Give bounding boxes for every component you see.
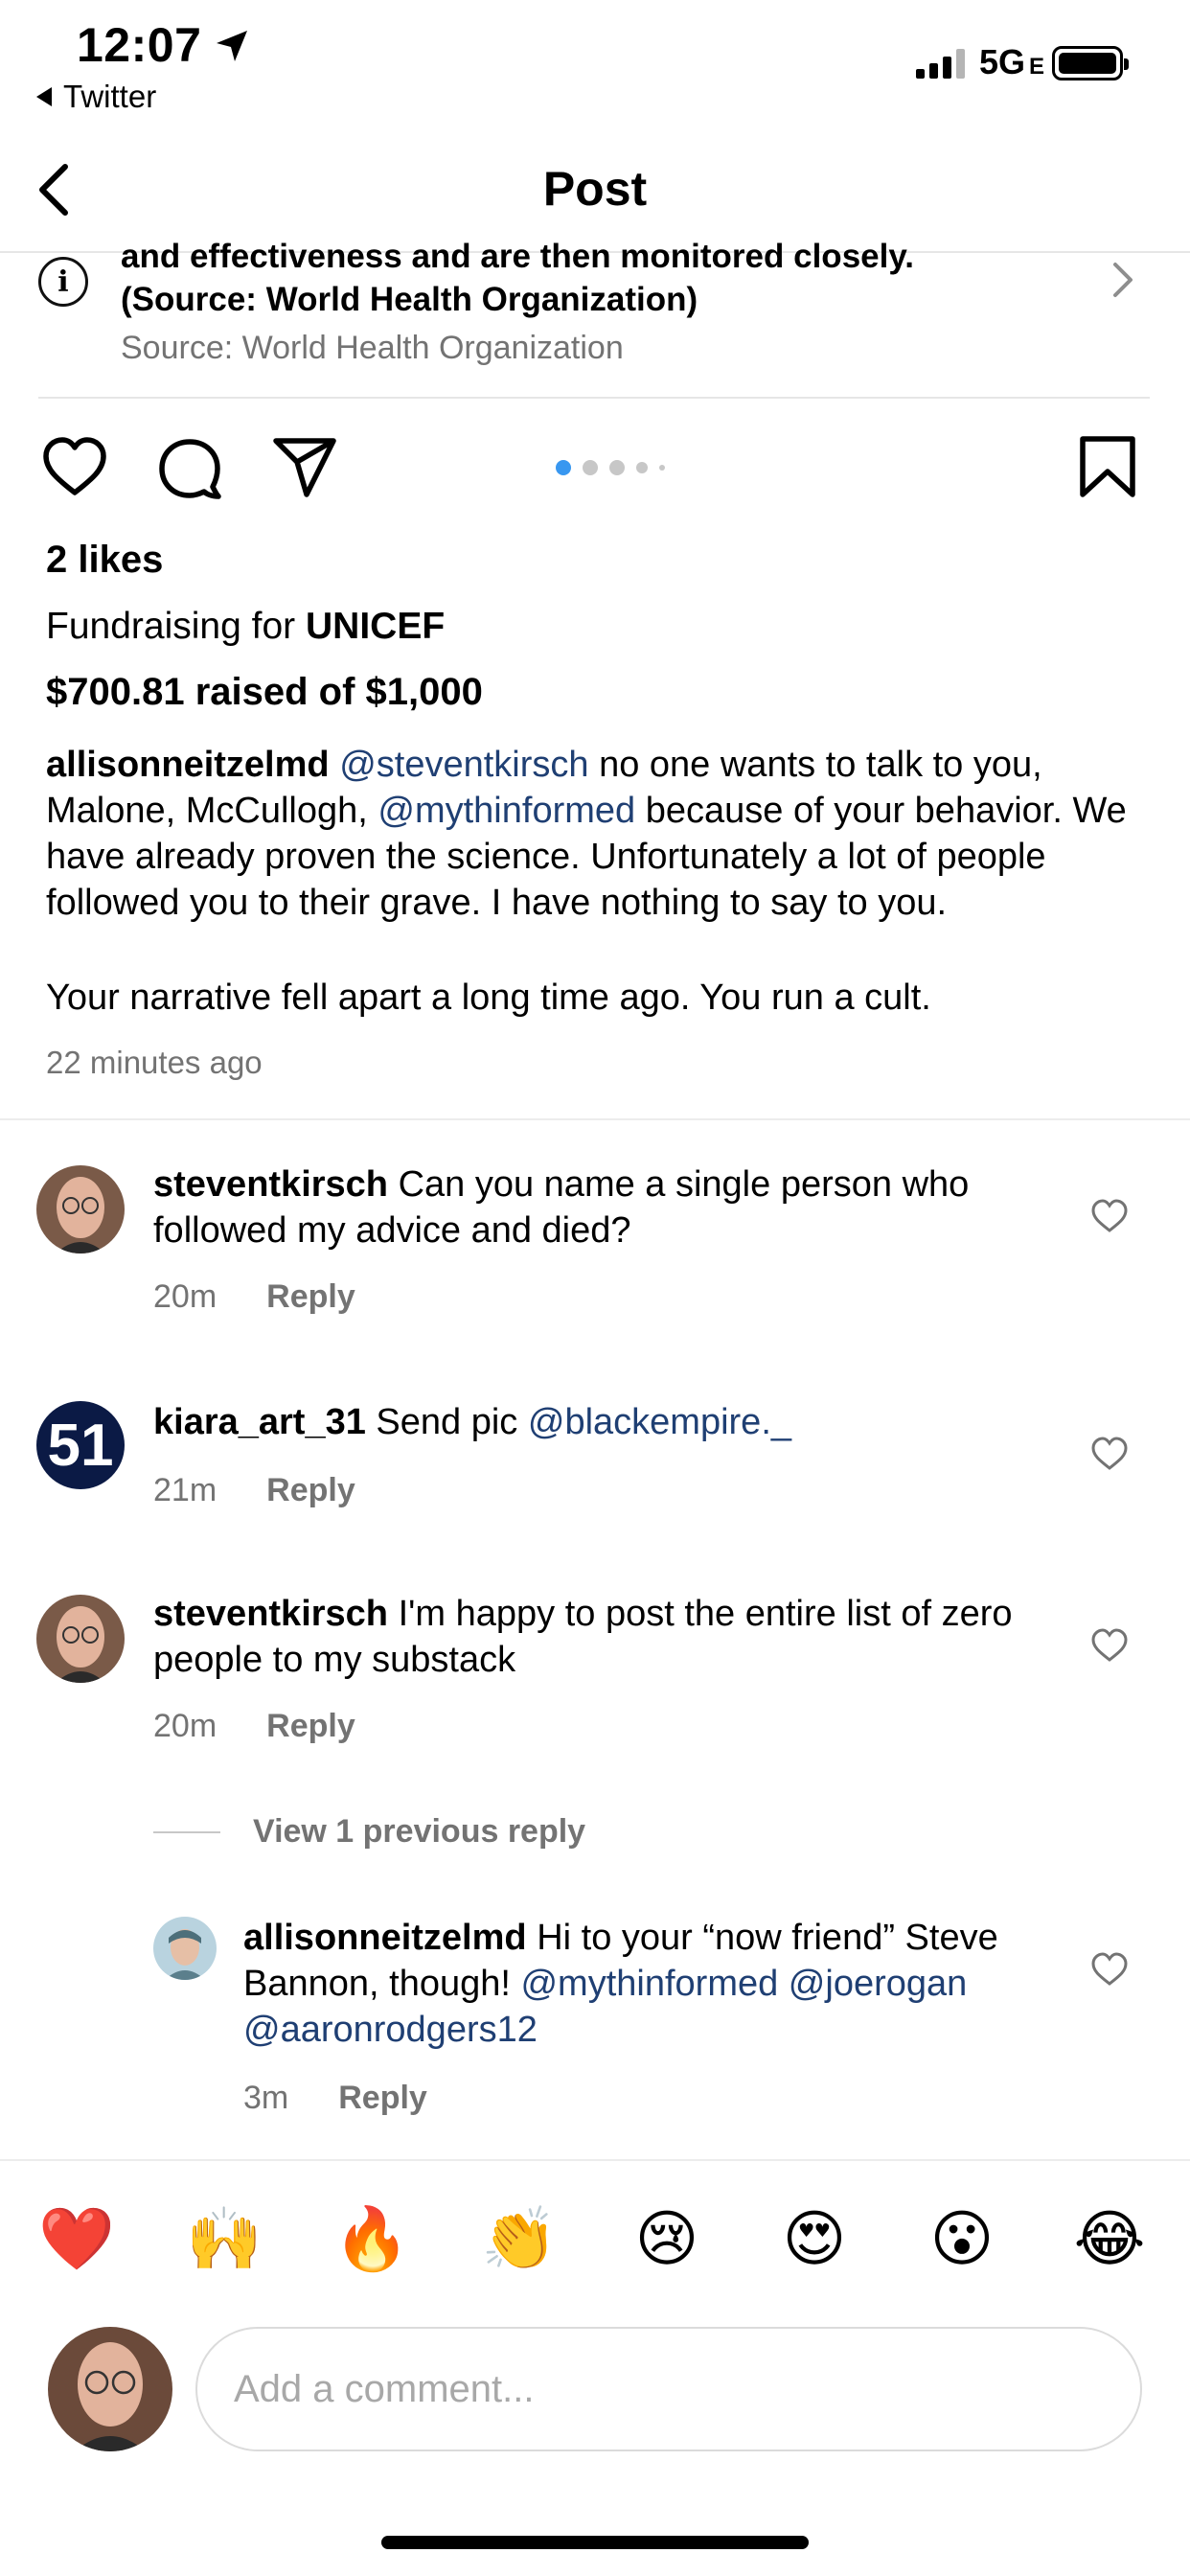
thread-line	[153, 1830, 220, 1833]
caption-text-line: Your narrative fell apart a long time ag…	[46, 978, 931, 1018]
emoji-heart-eyes[interactable]: 😍	[776, 2200, 853, 2277]
emoji-fire[interactable]: 🔥	[333, 2200, 410, 2277]
emoji-clap[interactable]: 👏	[481, 2200, 558, 2277]
comment-like-heart-icon[interactable]	[1090, 1198, 1129, 1234]
emoji-heart[interactable]: ❤️	[38, 2200, 115, 2277]
info-card-line1: and effectiveness and are then monitored…	[121, 238, 914, 275]
comment-input[interactable]: Add a comment...	[195, 2327, 1142, 2451]
emoji-laughing[interactable]: 😂	[1071, 2200, 1148, 2277]
comment-time: 20m	[153, 1278, 217, 1315]
back-to-app-link[interactable]: Twitter	[36, 79, 156, 115]
post-caption: allisonneitzelmd @steventkirsch no one w…	[46, 742, 1148, 926]
info-card-source: Source: World Health Organization	[121, 330, 624, 366]
share-send-icon[interactable]	[270, 433, 339, 502]
caption-mention[interactable]: @steventkirsch	[339, 745, 588, 785]
avatar[interactable]	[153, 1917, 217, 1980]
signal-strength-icon	[916, 46, 965, 79]
comment-meta: 3m Reply	[243, 2080, 427, 2117]
comment-username[interactable]: allisonneitzelmd	[243, 1918, 527, 1958]
view-previous-replies[interactable]: View 1 previous reply	[153, 1813, 585, 1851]
view-previous-label: View 1 previous reply	[253, 1813, 586, 1850]
comment-time: 3m	[243, 2080, 289, 2116]
info-icon: i	[38, 257, 88, 307]
comment-like-heart-icon[interactable]	[1090, 1951, 1129, 1988]
comment-meta: 20m Reply	[153, 1708, 355, 1745]
comment-username[interactable]: steventkirsch	[153, 1164, 388, 1205]
network-indicator: 5G E	[979, 42, 1045, 81]
caption-mention[interactable]: @mythinformed	[378, 791, 635, 831]
post-timestamp: 22 minutes ago	[46, 1045, 263, 1080]
comment-bubble-icon[interactable]	[155, 433, 224, 502]
carousel-indicator	[556, 460, 665, 475]
likes-count[interactable]: 2 likes	[46, 539, 163, 582]
comment-like-heart-icon[interactable]	[1090, 1627, 1129, 1664]
reply-button[interactable]: Reply	[338, 2080, 427, 2117]
avatar[interactable]	[36, 1165, 125, 1254]
avatar[interactable]	[36, 1595, 125, 1683]
comment-mention[interactable]: @blackempire._	[528, 1402, 791, 1442]
caption-username[interactable]: allisonneitzelmd	[46, 745, 330, 785]
fundraising-org: UNICEF	[305, 606, 446, 647]
current-user-avatar	[48, 2327, 172, 2451]
comment-text: steventkirsch I'm happy to post the enti…	[153, 1594, 1013, 1680]
comment-time: 20m	[153, 1708, 217, 1744]
like-heart-icon[interactable]	[40, 433, 109, 502]
comment-text: steventkirsch Can you name a single pers…	[153, 1164, 970, 1251]
comment-meta: 21m Reply	[153, 1472, 355, 1509]
info-card-divider	[38, 397, 1150, 399]
info-card-line2: (Source: World Health Organization)	[121, 281, 698, 318]
fundraising-prefix: Fundraising for	[46, 606, 296, 647]
emoji-surprised[interactable]: 😮	[924, 2200, 1000, 2277]
comment-text: kiara_art_31 Send pic @blackempire._	[153, 1402, 792, 1442]
page-title: Post	[542, 162, 648, 216]
status-time: 12:07	[77, 18, 202, 72]
comment-username[interactable]: steventkirsch	[153, 1594, 388, 1634]
comment-meta: 20m Reply	[153, 1278, 355, 1316]
comment-like-heart-icon[interactable]	[1090, 1436, 1129, 1472]
chevron-right-icon[interactable]	[1111, 261, 1134, 299]
bookmark-icon[interactable]	[1073, 433, 1142, 502]
comment-text: allisonneitzelmd Hi to your “now friend”…	[243, 1918, 998, 2050]
reply-button[interactable]: Reply	[266, 1278, 355, 1316]
back-app-label: Twitter	[63, 79, 157, 114]
reply-button[interactable]: Reply	[266, 1472, 355, 1509]
composer-divider	[0, 2159, 1190, 2161]
emoji-raised-hands[interactable]: 🙌	[186, 2200, 263, 2277]
battery-icon	[1052, 46, 1129, 80]
back-chevron-icon[interactable]	[34, 161, 73, 218]
fundraising-progress: $700.81 raised of $1,000	[46, 671, 483, 713]
reply-button[interactable]: Reply	[266, 1708, 355, 1745]
comment-input-placeholder: Add a comment...	[234, 2367, 535, 2410]
caption-divider	[0, 1118, 1190, 1120]
home-indicator[interactable]	[381, 2536, 809, 2549]
location-arrow-icon	[217, 31, 247, 61]
back-triangle-icon	[36, 87, 52, 106]
avatar[interactable]: 51	[36, 1401, 125, 1489]
comment-time: 21m	[153, 1472, 217, 1508]
emoji-crying[interactable]: 😢	[629, 2200, 705, 2277]
comment-username[interactable]: kiara_art_31	[153, 1402, 366, 1442]
fundraising-label[interactable]: Fundraising for UNICEF	[46, 606, 445, 648]
